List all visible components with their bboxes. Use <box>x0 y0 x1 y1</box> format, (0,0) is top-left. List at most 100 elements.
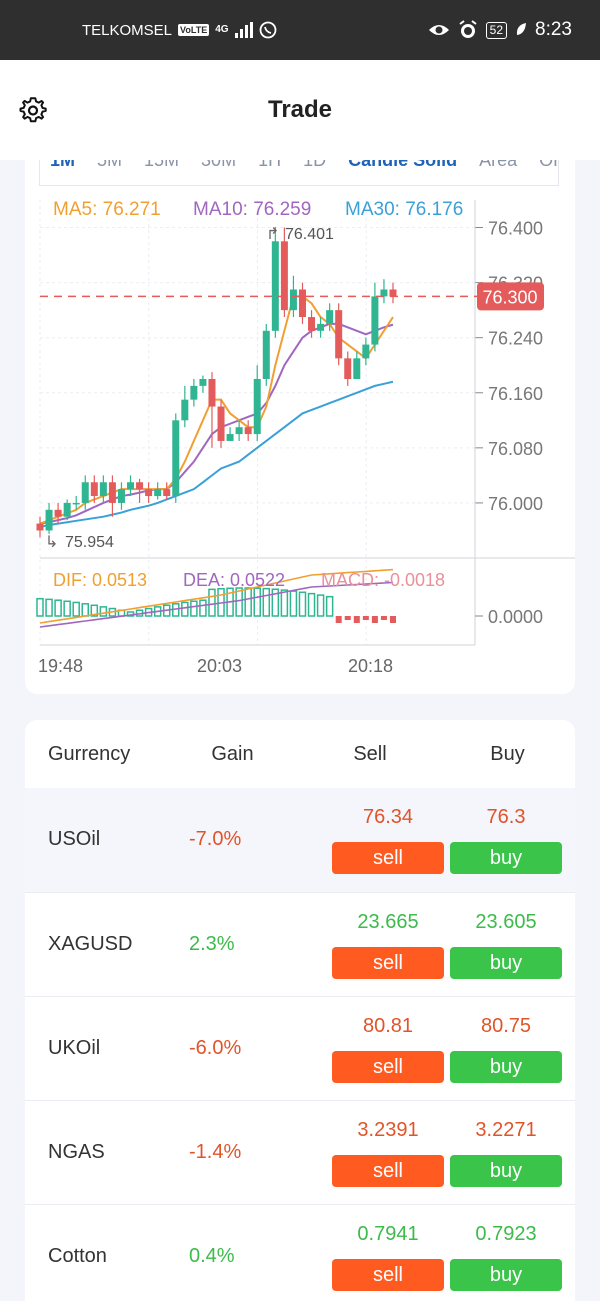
macd-bar <box>72 601 80 617</box>
candlestick-chart[interactable]: 76.40076.32076.24076.16076.08076.00076.3… <box>25 140 575 694</box>
candle-body <box>371 296 379 345</box>
candle-body <box>326 310 334 324</box>
sell-button[interactable]: sell <box>332 1155 444 1187</box>
x-tick-label: 20:18 <box>348 656 393 676</box>
signal-icon <box>234 22 253 38</box>
sell-button[interactable]: sell <box>332 1259 444 1291</box>
instrument-name: Cotton <box>48 1245 107 1267</box>
candle-body <box>280 241 288 311</box>
table-row[interactable]: UKOil -6.0% 80.81 80.75 sell buy <box>25 996 575 1100</box>
gain-value: -6.0% <box>189 1037 242 1059</box>
candle-body <box>45 509 53 531</box>
current-price-label: 76.300 <box>482 287 537 307</box>
table-row[interactable]: XAGUSD 2.3% 23.665 23.605 sell buy <box>25 892 575 996</box>
buy-price: 23.605 <box>475 911 537 933</box>
macd-bar <box>36 597 44 617</box>
sell-button[interactable]: sell <box>332 1051 444 1083</box>
y-tick-label: 76.080 <box>488 439 543 459</box>
ma10-legend: MA10: 76.259 <box>193 199 311 220</box>
candle-body <box>217 406 225 441</box>
sell-button[interactable]: sell <box>332 842 444 874</box>
status-bar: TELKOMSEL VoLTE 4G 52 8:23 <box>0 0 600 60</box>
header-buy: Buy <box>490 742 525 765</box>
candle-body <box>154 489 162 497</box>
ma30-legend: MA30: 76.176 <box>345 199 463 220</box>
app-header: Trade <box>0 60 600 160</box>
y-tick-label: 76.400 <box>488 219 543 239</box>
sell-button[interactable]: sell <box>332 947 444 979</box>
sell-price: 80.81 <box>362 1015 414 1037</box>
eye-icon <box>428 25 449 35</box>
quote-table: Gurrency Gain Sell Buy USOil -7.0% 76.34 76… <box>25 720 575 1301</box>
macd-bar <box>208 588 216 617</box>
buy-price: 76.3 <box>486 806 526 828</box>
high-marker: ↱ <box>266 226 279 243</box>
candle-body <box>262 330 270 379</box>
macd-bar <box>316 594 325 617</box>
x-tick-label: 20:03 <box>197 656 242 676</box>
candle-body <box>108 482 116 503</box>
macd-bar <box>390 616 396 623</box>
candle-body <box>244 427 252 435</box>
macd-bar <box>307 592 316 617</box>
gain-value: -7.0% <box>189 828 242 850</box>
carrier-name: TELKOMSEL <box>82 21 173 39</box>
macd-bar <box>63 600 71 617</box>
clock: 8:23 <box>535 19 572 40</box>
candle-body <box>99 482 107 497</box>
macd-bar <box>371 616 378 623</box>
macd-bar <box>298 591 307 617</box>
candle-body <box>136 482 144 490</box>
sell-price: 0.7941 <box>357 1223 419 1245</box>
candle-body <box>353 358 361 379</box>
alarm-icon <box>459 20 477 38</box>
table-row[interactable]: Cotton 0.4% 0.7941 0.7923 sell buy <box>25 1204 575 1301</box>
header-sell: Sell <box>353 742 387 765</box>
candle-body <box>317 323 325 331</box>
candle-body <box>36 523 44 531</box>
y-tick-label: 76.000 <box>488 494 543 514</box>
candle-body <box>54 509 62 517</box>
buy-button[interactable]: buy <box>450 1259 562 1291</box>
macd-bar <box>181 601 189 617</box>
candle-body <box>335 310 343 359</box>
buy-button[interactable]: buy <box>450 1051 562 1083</box>
x-tick-label: 19:48 <box>38 656 83 676</box>
macd-bar <box>262 587 271 617</box>
macd-bar <box>244 587 252 617</box>
macd-bar <box>190 600 198 617</box>
low-price-label: 75.954 <box>65 534 114 551</box>
instrument-name: UKOil <box>48 1037 101 1059</box>
macd-bar <box>280 589 289 617</box>
candle-body <box>289 289 297 311</box>
battery-icon: 52 <box>485 21 508 39</box>
page-title: Trade <box>267 96 333 123</box>
candle-body <box>226 434 234 441</box>
candle-body <box>72 502 80 505</box>
candle-body <box>90 482 98 497</box>
candle-body <box>271 241 279 331</box>
candle-body <box>298 289 306 318</box>
table-row[interactable]: USOil -7.0% 76.34 76.3 sell buy <box>25 788 575 892</box>
buy-button[interactable]: buy <box>450 842 562 874</box>
candle-body <box>308 317 316 331</box>
buy-button[interactable]: buy <box>450 1155 562 1187</box>
macd-bar <box>54 599 62 617</box>
macd-legend: MACD: -0.0018 <box>321 570 445 590</box>
candle-body <box>81 482 89 503</box>
candle-body <box>190 385 198 400</box>
candle-body <box>253 379 261 435</box>
macd-bar <box>353 616 360 623</box>
candle-body <box>63 502 71 517</box>
ma5-legend: MA5: 76.271 <box>53 199 161 220</box>
dea-legend: DEA: 0.0522 <box>183 570 285 590</box>
high-price-label: 76.401 <box>285 226 334 243</box>
table-row[interactable]: NGAS -1.4% 3.2391 3.2271 sell buy <box>25 1100 575 1204</box>
macd-bar <box>81 603 90 617</box>
instrument-name: XAGUSD <box>48 933 133 955</box>
status-right: 52 8:23 <box>428 19 572 41</box>
macd-bar <box>99 606 108 617</box>
header-currency: Gurrency <box>48 742 131 765</box>
sell-price: 76.34 <box>362 806 414 828</box>
buy-button[interactable]: buy <box>450 947 562 979</box>
